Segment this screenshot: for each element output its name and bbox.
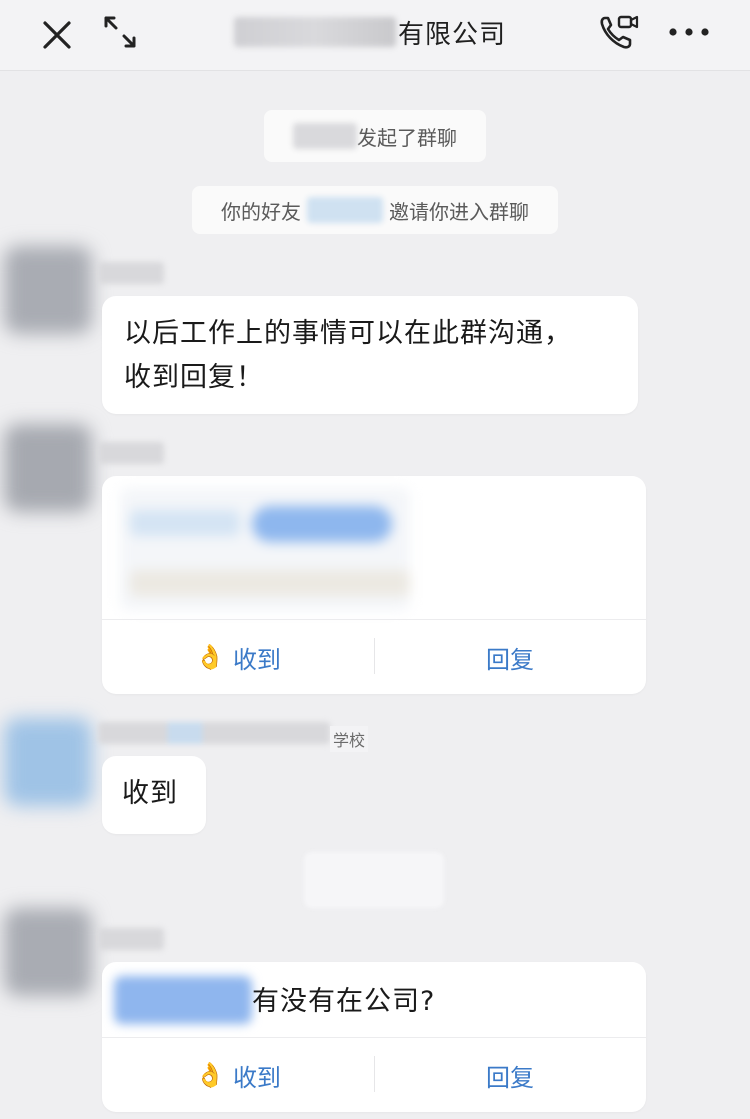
video-call-icon[interactable] [596,12,642,52]
message-bubble[interactable]: 以后工作上的事情可以在此群沟通， 收到回复！ [102,296,638,414]
sender-name-redacted [98,442,164,464]
redacted-friend-name [307,197,383,223]
message-card[interactable]: 有没有在公司? 👌 收到 回复 [102,962,646,1112]
reply-button[interactable]: 回复 [374,1038,646,1112]
more-icon[interactable] [664,14,714,50]
ok-hand-icon: 👌 [195,1061,225,1089]
card-actions: 👌 收到 回复 [102,1037,646,1112]
avatar[interactable] [4,908,92,996]
avatar[interactable] [4,718,92,806]
avatar[interactable] [4,246,92,334]
sender-name-redacted [98,928,164,950]
title-redacted [234,17,396,47]
message-text-line: 收到回复！ [124,362,264,393]
receive-label: 收到 [232,1063,281,1092]
top-bar: 有限公司 [0,0,750,71]
sender-name-redacted [98,262,164,284]
message-text: 有没有在公司? [252,986,436,1017]
invite-prefix-text: 你的好友 [221,199,301,224]
reply-label: 回复 [486,645,534,674]
receive-label: 收到 [232,645,281,674]
message-bubble[interactable]: 收到 [102,756,206,834]
message-card[interactable]: 👌 收到 回复 [102,476,646,694]
system-message-invite: 你的好友 邀请你进入群聊 [192,186,558,234]
card-content-redacted [120,488,410,610]
system-message-started: 发起了群聊 [264,110,486,162]
reply-label: 回复 [486,1063,534,1092]
message-text: 收到 [122,778,178,809]
reply-button[interactable]: 回复 [374,620,646,694]
avatar[interactable] [4,424,92,512]
invite-suffix-text: 邀请你进入群聊 [389,199,529,224]
mention-redacted [114,976,252,1024]
sender-tag: 学校 [330,726,369,752]
close-icon[interactable] [36,14,78,56]
receive-button[interactable]: 👌 收到 [102,620,374,694]
ok-hand-icon: 👌 [195,643,225,671]
started-group-text: 发起了群聊 [357,125,457,150]
timestamp-redacted [304,852,444,908]
chat-title-text: 有限公司 [398,19,507,50]
sender-name-redacted [98,722,330,744]
redacted-name [293,123,357,149]
receive-button[interactable]: 👌 收到 [102,1038,374,1112]
expand-icon[interactable] [100,12,140,52]
chat-title: 有限公司 [234,14,506,50]
card-actions: 👌 收到 回复 [102,619,646,694]
message-text-line: 以后工作上的事情可以在此群沟通， [124,318,572,349]
